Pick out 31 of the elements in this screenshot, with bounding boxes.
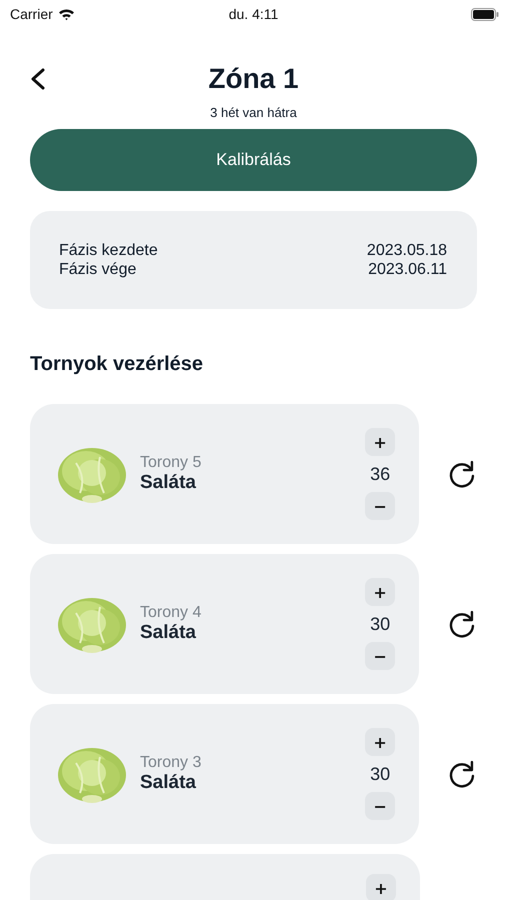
plant-name: Saláta — [140, 472, 197, 494]
tower-name: Torony 4 — [140, 604, 202, 622]
decrease-button[interactable]: − — [365, 642, 396, 670]
increase-button[interactable]: + — [365, 728, 396, 756]
refresh-icon[interactable] — [447, 609, 477, 639]
increase-button[interactable]: + — [365, 578, 396, 606]
section-title: Tornyok vezérlése — [30, 353, 204, 376]
clock-time: du. 4:11 — [228, 6, 278, 22]
tower-name: Torony 5 — [140, 454, 202, 472]
battery-icon — [471, 8, 499, 20]
page-subtitle: 3 hét van hátra — [209, 105, 298, 120]
refresh-icon[interactable] — [447, 759, 477, 789]
phase-label: Fázis vége — [59, 260, 136, 279]
calibrate-button[interactable]: Kalibrálás — [30, 129, 477, 191]
page-title: Zóna 1 — [208, 63, 299, 95]
increase-button[interactable]: + — [365, 428, 396, 456]
increase-button[interactable]: + — [366, 874, 396, 900]
refresh-icon[interactable] — [447, 459, 477, 489]
count-value: 36 — [370, 463, 390, 486]
decrease-button[interactable]: − — [365, 492, 396, 520]
phase-label: Fázis kezdete — [59, 241, 158, 260]
carrier-label: Carrier — [10, 6, 53, 22]
phase-date: 2023.05.18 — [366, 241, 447, 260]
phase-date: 2023.06.11 — [368, 260, 447, 279]
plant-name: Saláta — [140, 622, 197, 644]
tower-name: Torony 3 — [140, 754, 202, 772]
wifi-icon — [58, 8, 75, 20]
plant-name: Saláta — [140, 772, 197, 794]
decrease-button[interactable]: − — [365, 792, 396, 820]
count-value: 30 — [370, 763, 390, 786]
count-value: 30 — [370, 613, 390, 636]
